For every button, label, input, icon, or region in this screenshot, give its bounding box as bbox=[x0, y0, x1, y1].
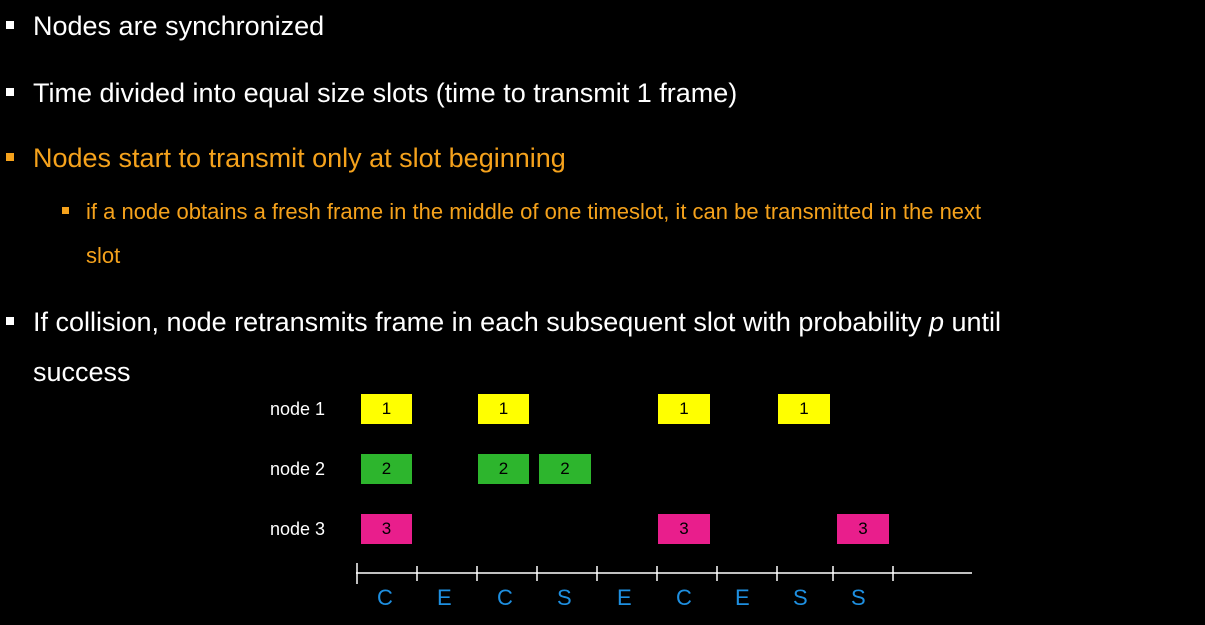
bullet-marker bbox=[6, 153, 14, 161]
bullet-marker bbox=[6, 88, 14, 96]
slot-label: S bbox=[851, 585, 866, 610]
bullet-text: Time divided into equal size slots (time… bbox=[33, 78, 738, 108]
node-3-frame: 3 bbox=[837, 514, 889, 544]
slot-label: E bbox=[437, 585, 452, 610]
bullet-marker bbox=[6, 21, 14, 29]
node-1-frame: 1 bbox=[361, 394, 412, 424]
collision-text-pre: If collision, node retransmits frame in … bbox=[33, 307, 929, 337]
slot-label: S bbox=[557, 585, 572, 610]
sub-bullet-line1: if a node obtains a fresh frame in the m… bbox=[86, 199, 982, 224]
slot-label: E bbox=[735, 585, 750, 610]
node-2-label: node 2 bbox=[270, 459, 326, 479]
sub-bullet-fresh-frame: if a node obtains a fresh frame in the m… bbox=[62, 190, 1192, 278]
node-1-frame: 1 bbox=[658, 394, 710, 424]
bullet-text: Nodes are synchronized bbox=[33, 11, 325, 41]
bullet-text-line1: If collision, node retransmits frame in … bbox=[33, 306, 1001, 338]
bullet-collision-line2: success bbox=[33, 356, 131, 388]
slot-label: C bbox=[497, 585, 513, 610]
collision-text-post: until bbox=[943, 307, 1002, 337]
node-3-frame: 3 bbox=[658, 514, 710, 544]
node-2-frame: 2 bbox=[361, 454, 412, 484]
sub-bullet-line2: slot bbox=[86, 243, 121, 268]
slot-label: C bbox=[377, 585, 393, 610]
bullet-text-line2: success bbox=[33, 357, 131, 387]
node-2-frame: 2 bbox=[539, 454, 591, 484]
sub-bullet-marker bbox=[62, 207, 69, 214]
node-1-frame: 1 bbox=[778, 394, 830, 424]
slot-label: E bbox=[617, 585, 632, 610]
slot-label: C bbox=[676, 585, 692, 610]
node-1-frame: 1 bbox=[478, 394, 529, 424]
slot-label: S bbox=[793, 585, 808, 610]
node-3-frame: 3 bbox=[361, 514, 412, 544]
probability-variable: p bbox=[928, 307, 944, 337]
bullet-marker bbox=[6, 317, 14, 325]
bullet-text: Nodes start to transmit only at slot beg… bbox=[33, 143, 566, 173]
node-1-label: node 1 bbox=[270, 399, 326, 419]
node-2-frame: 2 bbox=[478, 454, 529, 484]
node-3-label: node 3 bbox=[270, 519, 326, 539]
